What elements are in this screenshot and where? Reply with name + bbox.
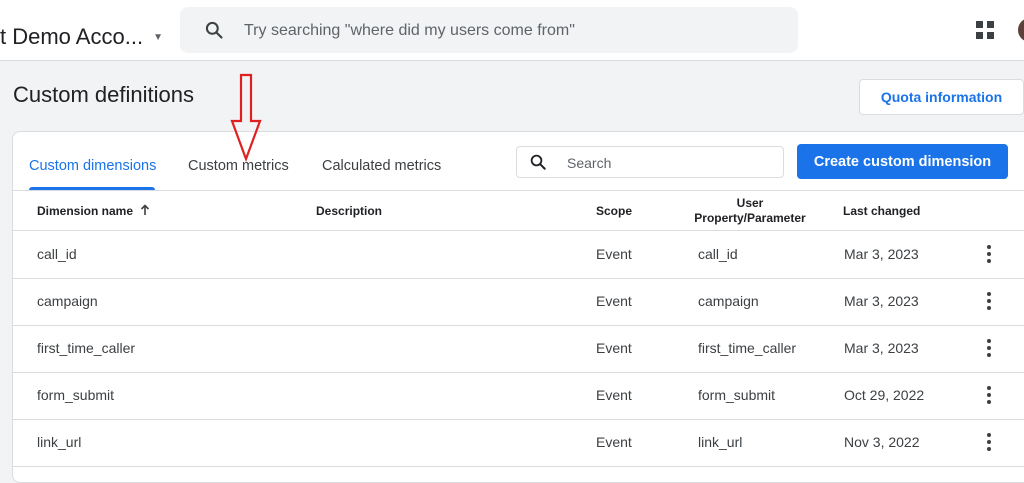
cell-scope: Event <box>596 434 632 450</box>
more-vert-icon[interactable] <box>986 292 992 310</box>
search-icon <box>205 21 223 39</box>
column-header-scope[interactable]: Scope <box>596 204 632 218</box>
column-header-user-property[interactable]: User Property/Parameter <box>693 196 807 226</box>
global-search-input[interactable] <box>242 7 786 55</box>
table-row[interactable]: call_id Event call_id Mar 3, 2023 <box>13 231 1024 279</box>
cell-last-changed: Mar 3, 2023 <box>844 293 919 309</box>
column-header-description[interactable]: Description <box>316 204 382 218</box>
avatar[interactable] <box>1018 18 1024 42</box>
caret-down-icon: ▼ <box>153 31 163 43</box>
tabs-divider <box>13 190 1024 191</box>
column-header-last-changed[interactable]: Last changed <box>843 204 920 218</box>
table-search-box[interactable] <box>516 146 784 179</box>
cell-scope: Event <box>596 340 632 356</box>
top-app-bar: t Demo Acco... ▼ <box>0 0 1024 61</box>
cell-parameter: form_submit <box>698 387 776 403</box>
tab-calculated-metrics[interactable]: Calculated metrics <box>322 158 441 174</box>
cell-dimension-name: form_submit <box>37 387 115 403</box>
search-icon <box>530 154 546 170</box>
table-row[interactable]: link_url Event link_url Nov 3, 2022 <box>13 419 1024 467</box>
more-vert-icon[interactable] <box>986 245 992 263</box>
red-down-arrow-annotation <box>230 73 262 163</box>
more-vert-icon[interactable] <box>986 433 992 451</box>
cell-scope: Event <box>596 293 632 309</box>
arrow-up-icon <box>141 204 150 215</box>
cell-last-changed: Oct 29, 2022 <box>844 387 925 403</box>
cell-parameter: call_id <box>698 246 738 262</box>
cell-dimension-name: campaign <box>37 293 98 309</box>
column-header-dimension-name[interactable]: Dimension name <box>37 204 150 218</box>
cell-last-changed: Nov 3, 2022 <box>844 434 920 450</box>
global-search-bar[interactable] <box>180 7 798 55</box>
column-label: Dimension name <box>37 204 134 218</box>
table-search-input[interactable] <box>565 147 769 179</box>
page-title: Custom definitions <box>13 82 194 107</box>
column-label-line2: Property/Parameter <box>694 211 806 225</box>
tab-custom-dimensions[interactable]: Custom dimensions <box>29 158 156 174</box>
cell-scope: Event <box>596 387 632 403</box>
cell-last-changed: Mar 3, 2023 <box>844 340 919 356</box>
quota-information-button[interactable]: Quota information <box>859 79 1024 115</box>
cell-last-changed: Mar 3, 2023 <box>844 246 919 262</box>
apps-grid-icon[interactable] <box>976 21 994 39</box>
cell-dimension-name: call_id <box>37 246 77 262</box>
table-row[interactable]: campaign Event campaign Mar 3, 2023 <box>13 278 1024 326</box>
cell-parameter: campaign <box>698 293 759 309</box>
table-row[interactable]: first_time_caller Event first_time_calle… <box>13 325 1024 373</box>
account-selector[interactable]: t Demo Acco... ▼ <box>0 24 163 50</box>
cell-scope: Event <box>596 246 632 262</box>
cell-dimension-name: first_time_caller <box>37 340 136 356</box>
create-custom-dimension-button[interactable]: Create custom dimension <box>797 144 1008 179</box>
custom-definitions-card: Custom dimensions Custom metrics Calcula… <box>12 131 1024 483</box>
more-vert-icon[interactable] <box>986 339 992 357</box>
cell-dimension-name: link_url <box>37 434 82 450</box>
cell-parameter: link_url <box>698 434 743 450</box>
column-label-line1: User <box>736 196 764 210</box>
table-row[interactable]: form_submit Event form_submit Oct 29, 20… <box>13 372 1024 420</box>
account-name: t Demo Acco... <box>0 24 144 49</box>
cell-parameter: first_time_caller <box>698 340 797 356</box>
more-vert-icon[interactable] <box>986 386 992 404</box>
